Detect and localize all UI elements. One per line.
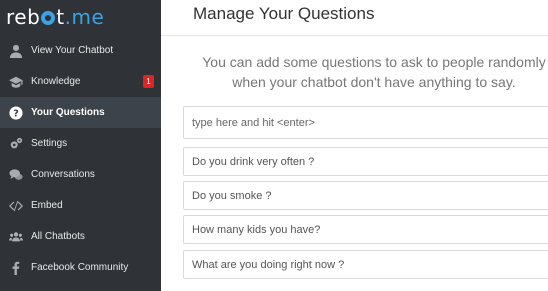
new-question-field[interactable]: [183, 106, 548, 139]
user-icon: [0, 44, 31, 58]
chat-bubbles-icon: [0, 168, 31, 182]
sidebar-item-view-your-chatbot[interactable]: View Your Chatbot: [0, 35, 161, 66]
logo-text-end: .me: [64, 5, 105, 29]
sidebar-item-conversations[interactable]: Conversations: [0, 159, 161, 190]
sidebar-item-settings[interactable]: Settings: [0, 128, 161, 159]
sidebar-item-label: Knowledge: [31, 76, 81, 87]
page-title: Manage Your Questions: [193, 4, 375, 23]
graduation-cap-icon: [0, 75, 31, 89]
header-divider: [161, 35, 548, 36]
logo-eye-icon: [41, 11, 56, 25]
gears-icon: [0, 137, 31, 151]
question-item[interactable]: What are you doing right now ?: [183, 250, 548, 279]
code-icon: [0, 199, 31, 213]
sidebar-item-label: Conversations: [31, 169, 95, 180]
sidebar-item-label: All Chatbots: [31, 231, 85, 242]
question-text: Do you smoke ?: [192, 189, 272, 202]
sidebar-item-label: View Your Chatbot: [31, 45, 114, 56]
sidebar-item-knowledge[interactable]: Knowledge 1: [0, 66, 161, 97]
notification-badge: 1: [143, 75, 154, 88]
logo[interactable]: reb t .me: [0, 0, 161, 34]
question-text: How many kids you have?: [192, 223, 321, 236]
logo-text-mid: t: [56, 5, 65, 29]
new-question-input[interactable]: [192, 116, 548, 129]
question-text: Do you drink very often ?: [192, 155, 315, 168]
sidebar-item-facebook-community[interactable]: Facebook Community: [0, 252, 161, 283]
sidebar-item-label: Settings: [31, 138, 68, 149]
sidebar-item-your-questions[interactable]: ? Your Questions: [0, 97, 161, 128]
facebook-icon: [0, 261, 31, 275]
logo-text-start: reb: [6, 5, 41, 29]
question-circle-icon: ?: [0, 105, 31, 120]
question-item[interactable]: Do you smoke ?: [183, 181, 548, 210]
users-icon: [0, 230, 31, 244]
question-text: What are you doing right now ?: [192, 258, 345, 271]
sidebar-item-label: Your Questions: [31, 107, 105, 118]
svg-text:?: ?: [13, 108, 19, 119]
sidebar-item-label: Facebook Community: [31, 262, 129, 273]
sidebar-item-label: Embed: [31, 200, 63, 211]
question-item[interactable]: Do you drink very often ?: [183, 147, 548, 176]
sidebar-item-embed[interactable]: Embed: [0, 190, 161, 221]
sidebar: reb t .me View Your Chatbot Knowledge 1 ? …: [0, 0, 161, 291]
sidebar-item-all-chatbots[interactable]: All Chatbots: [0, 221, 161, 252]
page-description: You can add some questions to ask to peo…: [202, 54, 546, 90]
question-item[interactable]: How many kids you have?: [183, 215, 548, 244]
